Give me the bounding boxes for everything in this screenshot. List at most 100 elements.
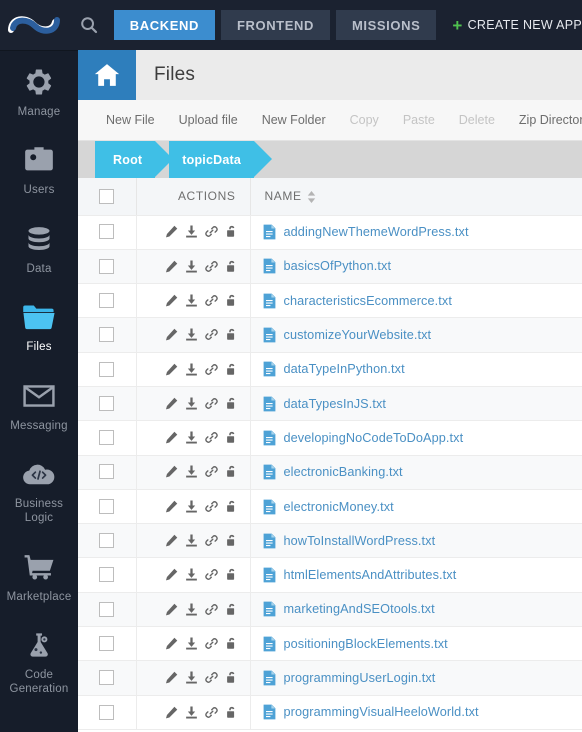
table-row[interactable]: dataTypesInJS.txt (78, 386, 582, 422)
file-name-link[interactable]: customizeYourWebsite.txt (284, 328, 432, 342)
upload-file-button[interactable]: Upload file (167, 113, 250, 127)
link-icon[interactable] (204, 603, 218, 616)
column-header-name[interactable]: NAME (250, 178, 582, 216)
row-checkbox[interactable] (99, 430, 115, 446)
table-row[interactable]: htmlElementsAndAttributes.txt (78, 557, 582, 593)
search-button[interactable] (67, 0, 112, 50)
file-name-link[interactable]: programmingUserLogin.txt (284, 671, 436, 685)
pencil-icon[interactable] (165, 706, 178, 719)
row-checkbox[interactable] (99, 395, 115, 411)
unlock-icon[interactable] (225, 603, 238, 616)
file-name-link[interactable]: programmingVisualHeeloWorld.txt (284, 705, 479, 719)
pencil-icon[interactable] (165, 397, 178, 410)
row-checkbox[interactable] (99, 293, 115, 308)
download-icon[interactable] (185, 637, 198, 650)
file-name-link[interactable]: addingNewThemeWordPress.txt (284, 225, 469, 239)
file-name-link[interactable]: marketingAndSEOtools.txt (284, 602, 435, 616)
table-row[interactable]: characteristicsEcommerce.txt (78, 283, 582, 319)
pencil-icon[interactable] (165, 260, 178, 273)
file-name-link[interactable]: dataTypeInPython.txt (284, 362, 405, 376)
row-checkbox[interactable] (99, 498, 115, 514)
unlock-icon[interactable] (225, 363, 238, 376)
download-icon[interactable] (185, 363, 198, 376)
unlock-icon[interactable] (225, 397, 238, 410)
unlock-icon[interactable] (225, 465, 238, 478)
unlock-icon[interactable] (225, 568, 238, 581)
file-name-link[interactable]: dataTypesInJS.txt (284, 397, 387, 411)
sidebar-item-messaging[interactable]: Messaging (0, 365, 78, 443)
table-row[interactable]: addingNewThemeWordPress.txt (78, 215, 582, 250)
link-icon[interactable] (204, 568, 218, 581)
row-checkbox[interactable] (99, 224, 115, 240)
download-icon[interactable] (185, 500, 198, 513)
table-row[interactable]: developingNoCodeToDoApp.txt (78, 420, 582, 456)
file-name-link[interactable]: basicsOfPython.txt (284, 259, 392, 273)
link-icon[interactable] (204, 294, 218, 307)
link-icon[interactable] (204, 465, 218, 478)
pencil-icon[interactable] (165, 225, 178, 238)
unlock-icon[interactable] (225, 534, 238, 547)
file-name-link[interactable]: electronicBanking.txt (284, 465, 403, 479)
file-name-link[interactable]: howToInstallWordPress.txt (284, 534, 436, 548)
pencil-icon[interactable] (165, 431, 178, 444)
unlock-icon[interactable] (225, 328, 238, 341)
breadcrumb-item-root[interactable]: Root (95, 141, 174, 178)
link-icon[interactable] (204, 706, 218, 719)
pencil-icon[interactable] (165, 465, 178, 478)
download-icon[interactable] (185, 568, 198, 581)
file-name-link[interactable]: htmlElementsAndAttributes.txt (284, 568, 457, 582)
row-checkbox[interactable] (99, 361, 115, 377)
file-list-scroll-area[interactable]: ACTIONS NAME addingNewThemeWordPress.txt… (78, 178, 582, 732)
download-icon[interactable] (185, 260, 198, 273)
table-row[interactable]: positioningBlockElements.txt (78, 626, 582, 662)
unlock-icon[interactable] (225, 706, 238, 719)
link-icon[interactable] (204, 225, 218, 238)
download-icon[interactable] (185, 603, 198, 616)
row-checkbox[interactable] (99, 635, 115, 651)
row-checkbox[interactable] (99, 258, 115, 274)
pencil-icon[interactable] (165, 294, 178, 307)
table-row[interactable]: dataTypeInPython.txt (78, 352, 582, 387)
row-checkbox[interactable] (99, 327, 115, 343)
sidebar-item-business-logic[interactable]: Business Logic (0, 443, 78, 536)
table-row[interactable]: marketingAndSEOtools.txt (78, 592, 582, 628)
table-row[interactable]: customizeYourWebsite.txt (78, 317, 582, 353)
sidebar-item-manage[interactable]: Manage (0, 51, 78, 129)
unlock-icon[interactable] (225, 225, 238, 238)
file-name-link[interactable]: characteristicsEcommerce.txt (284, 294, 452, 308)
unlock-icon[interactable] (225, 260, 238, 273)
pencil-icon[interactable] (165, 671, 178, 684)
pencil-icon[interactable] (165, 328, 178, 341)
pencil-icon[interactable] (165, 363, 178, 376)
link-icon[interactable] (204, 328, 218, 341)
home-button[interactable] (78, 50, 136, 100)
download-icon[interactable] (185, 671, 198, 684)
pencil-icon[interactable] (165, 568, 178, 581)
download-icon[interactable] (185, 706, 198, 719)
sidebar-item-files[interactable]: Files (0, 286, 78, 364)
link-icon[interactable] (204, 431, 218, 444)
tab-frontend[interactable]: FRONTEND (220, 10, 330, 40)
link-icon[interactable] (204, 260, 218, 273)
pencil-icon[interactable] (165, 603, 178, 616)
table-row[interactable]: electronicMoney.txt (78, 489, 582, 525)
breadcrumb-item-topicdata[interactable]: topicData (169, 141, 272, 178)
create-new-app-button[interactable]: + CREATE NEW APP (452, 17, 582, 34)
new-folder-button[interactable]: New Folder (250, 113, 338, 127)
link-icon[interactable] (204, 363, 218, 376)
download-icon[interactable] (185, 397, 198, 410)
unlock-icon[interactable] (225, 431, 238, 444)
download-icon[interactable] (185, 534, 198, 547)
select-all-checkbox[interactable] (99, 188, 115, 204)
row-checkbox[interactable] (99, 704, 115, 720)
zip-directory-button[interactable]: Zip Directory (507, 113, 582, 127)
download-icon[interactable] (185, 465, 198, 478)
sidebar-item-data[interactable]: Data (0, 208, 78, 286)
file-name-link[interactable]: electronicMoney.txt (284, 500, 394, 514)
row-checkbox[interactable] (99, 670, 115, 686)
pencil-icon[interactable] (165, 500, 178, 513)
link-icon[interactable] (204, 671, 218, 684)
table-row[interactable]: howToInstallWordPress.txt (78, 523, 582, 559)
unlock-icon[interactable] (225, 637, 238, 650)
download-icon[interactable] (185, 225, 198, 238)
